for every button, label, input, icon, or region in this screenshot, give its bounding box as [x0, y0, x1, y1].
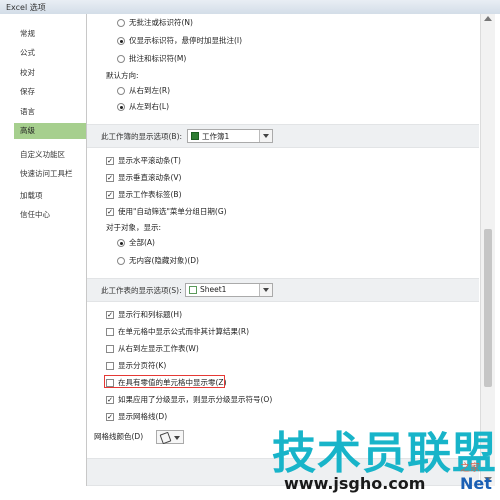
window-title: Excel 选项 [6, 3, 46, 12]
checkbox[interactable]: ✓ [106, 174, 114, 182]
chevron-down-icon[interactable] [259, 130, 272, 142]
section-title: 此工作表的显示选项(S): [101, 286, 182, 295]
checkbox[interactable] [106, 328, 114, 336]
radio-label: 仅显示标识符，悬停时加显批注(I) [129, 36, 243, 45]
sidebar-item-customize-ribbon[interactable]: 自定义功能区 [14, 147, 86, 163]
radio-label: 从左到右(L) [129, 102, 170, 111]
radio-circle [117, 87, 125, 95]
checkbox-label: 显示工作表标签(B) [118, 190, 182, 199]
radio-circle [117, 257, 125, 265]
watermark-small-text: 之家 [460, 463, 480, 474]
watermark-net: Net [460, 474, 492, 493]
section-title: 此工作簿的显示选项(B): [101, 132, 183, 141]
scroll-up-icon[interactable] [484, 16, 492, 21]
chevron-down-icon[interactable] [259, 284, 272, 296]
sidebar-item-formulas[interactable]: 公式 [14, 45, 86, 61]
checkbox-label: 显示网格线(D) [118, 412, 168, 421]
sidebar-item-language[interactable]: 语言 [14, 104, 86, 120]
sidebar-item-advanced[interactable]: 高级 [14, 123, 86, 139]
checkbox-label: 显示垂直滚动条(V) [118, 173, 182, 182]
checkbox-label: 从右到左显示工作表(W) [118, 344, 199, 353]
radio-circle [117, 37, 125, 45]
gridline-color-text: 网格线颜色(D) [94, 432, 144, 441]
vertical-scrollbar[interactable] [480, 14, 495, 486]
checkbox[interactable]: ✓ [106, 157, 114, 165]
direction-label: 默认方向: [106, 69, 139, 83]
radio-circle [117, 239, 125, 247]
checkbox[interactable]: ✓ [106, 396, 114, 404]
title-bar: Excel 选项 [0, 0, 500, 15]
sidebar-item-trust-center[interactable]: 信任中心 [14, 207, 86, 223]
advanced-options-panel: 无批注或标识符(N) 仅显示标识符，悬停时加显批注(I) 批注和标识符(M) 默… [87, 14, 479, 486]
radio-label: 无批注或标识符(N) [129, 18, 193, 27]
scrollbar-thumb[interactable] [484, 229, 492, 387]
sidebar-item-general[interactable]: 常规 [14, 26, 86, 42]
checkbox[interactable] [106, 362, 114, 370]
objects-label-text: 对于对象，显示: [106, 223, 162, 232]
direction-label-text: 默认方向: [106, 71, 139, 80]
sheet-icon [189, 286, 197, 294]
worksheet-select[interactable]: Sheet1 [185, 283, 273, 297]
objects-label: 对于对象，显示: [106, 221, 161, 235]
checkbox-label: 显示水平滚动条(T) [118, 156, 181, 165]
radio-circle [117, 19, 125, 27]
sidebar: 常规 公式 校对 保存 语言 高级 自定义功能区 快速访问工具栏 加载项 信任中… [14, 14, 86, 486]
workbook-display-section-header: 此工作簿的显示选项(B): 工作簿1 [87, 124, 479, 148]
sidebar-item-save[interactable]: 保存 [14, 84, 86, 100]
sidebar-item-quick-access[interactable]: 快速访问工具栏 [14, 166, 86, 182]
annotation-highlight-box [104, 375, 225, 388]
radio-label: 全部(A) [129, 238, 155, 247]
checkbox-label: 如果应用了分级显示，则显示分级显示符号(O) [118, 395, 273, 404]
chevron-down-icon [174, 436, 180, 440]
radio-label: 批注和标识符(M) [129, 54, 187, 63]
workbook-select-value: 工作簿1 [202, 132, 230, 141]
checkbox-label: 显示分页符(K) [118, 361, 167, 370]
checkbox-label: 在单元格中显示公式而非其计算结果(R) [118, 327, 250, 336]
workbook-select[interactable]: 工作簿1 [187, 129, 273, 143]
checkbox-label: 显示行和列标题(H) [118, 310, 182, 319]
worksheet-display-section-header: 此工作表的显示选项(S): Sheet1 [87, 278, 479, 302]
radio-circle [117, 103, 125, 111]
worksheet-select-value: Sheet1 [200, 285, 227, 294]
checkbox[interactable]: ✓ [106, 208, 114, 216]
radio-label: 从右到左(R) [129, 86, 171, 95]
checkbox[interactable]: ✓ [106, 311, 114, 319]
sidebar-item-proofing[interactable]: 校对 [14, 65, 86, 81]
checkbox-label: 使用"自动筛选"菜单分组日期(G) [118, 207, 227, 216]
gridline-color-picker[interactable] [156, 430, 184, 445]
sidebar-item-addins[interactable]: 加载项 [14, 188, 86, 204]
radio-label: 无内容(隐藏对象)(D) [129, 256, 199, 265]
checkbox[interactable] [106, 345, 114, 353]
excel-workbook-icon [191, 132, 199, 140]
watermark-url: www.jsgho.com [284, 474, 426, 493]
gridline-color-label: 网格线颜色(D) [94, 430, 143, 444]
checkbox[interactable]: ✓ [106, 191, 114, 199]
checkbox[interactable]: ✓ [106, 413, 114, 421]
radio-circle [117, 55, 125, 63]
paint-bucket-icon [159, 431, 172, 445]
